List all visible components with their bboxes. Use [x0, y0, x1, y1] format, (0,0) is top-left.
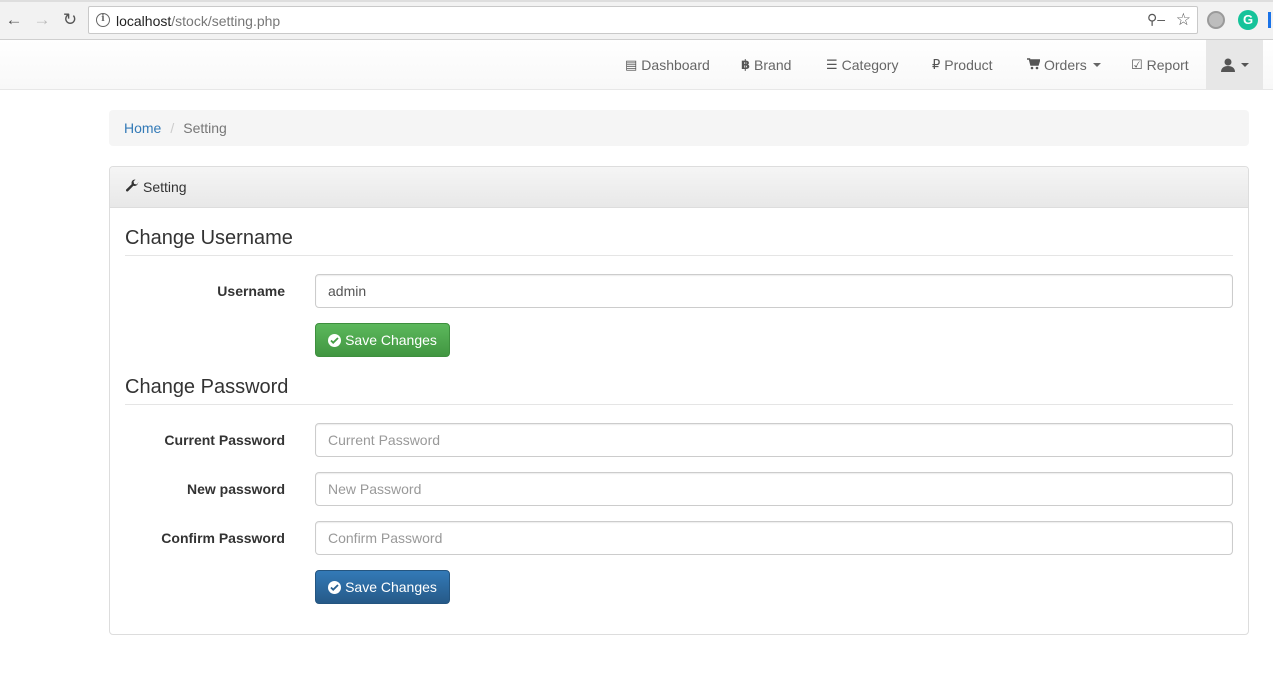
ruble-icon: ₽ — [932, 57, 941, 72]
extension-icon[interactable] — [1207, 11, 1225, 29]
check-circle-icon — [328, 580, 342, 594]
th-list-icon: ☰ — [826, 57, 838, 72]
tab-strip — [0, 0, 1273, 2]
shopping-cart-icon — [1027, 57, 1041, 73]
change-username-title: Change Username — [125, 227, 1233, 256]
back-icon[interactable]: ← — [4, 10, 24, 30]
browser-toolbar: ← → ↻ i localhost/stock/setting.php ⚲– ☆… — [0, 0, 1273, 40]
nav-dashboard-label: Dashboard — [641, 57, 710, 73]
nav-brand[interactable]: ฿ Brand — [741, 40, 791, 90]
breadcrumb: Home / Setting — [109, 110, 1249, 146]
username-label: Username — [217, 283, 285, 299]
new-password-label: New password — [186, 481, 285, 497]
user-menu[interactable] — [1206, 40, 1263, 90]
nav-report-label: Report — [1146, 57, 1189, 73]
confirm-password-input[interactable] — [315, 521, 1233, 555]
current-password-label: Current Password — [164, 432, 285, 448]
site-info-icon[interactable]: i — [96, 13, 110, 27]
bookmark-star-icon[interactable]: ☆ — [1176, 10, 1191, 30]
save-username-button[interactable]: Save Changes — [315, 323, 450, 357]
confirm-password-label: Confirm Password — [161, 530, 285, 546]
panel-title: Setting — [143, 179, 187, 195]
user-icon — [1220, 58, 1235, 72]
list-alt-icon: ▤ — [625, 57, 638, 72]
check-icon: ☑ — [1131, 57, 1143, 72]
change-password-title: Change Password — [125, 376, 1233, 405]
panel-heading: Setting — [110, 167, 1248, 208]
current-password-input[interactable] — [315, 423, 1233, 457]
username-input[interactable] — [315, 274, 1233, 308]
nav-category[interactable]: ☰ Category — [826, 40, 898, 90]
chevron-down-icon — [1240, 63, 1249, 67]
nav-orders[interactable]: Orders — [1027, 40, 1101, 90]
nav-report[interactable]: ☑ Report — [1131, 40, 1189, 90]
wrench-icon — [125, 178, 139, 196]
settings-panel: Setting Change Username Username Save Ch… — [109, 166, 1249, 635]
url-path: /stock/setting.php — [171, 13, 281, 29]
forward-icon[interactable]: → — [32, 10, 52, 30]
app-navbar: ▤ Dashboard ฿ Brand ☰ Category ₽ Product… — [0, 40, 1273, 90]
nav-category-label: Category — [841, 57, 899, 73]
nav-brand-label: Brand — [754, 57, 792, 73]
extension-edge-icon[interactable] — [1268, 12, 1271, 28]
address-bar[interactable]: i localhost/stock/setting.php ⚲– ☆ — [88, 6, 1198, 34]
reload-icon[interactable]: ↻ — [60, 10, 80, 30]
chevron-down-icon — [1092, 63, 1101, 67]
nav-product-label: Product — [944, 57, 993, 73]
save-password-button[interactable]: Save Changes — [315, 570, 450, 604]
key-icon[interactable]: ⚲– — [1147, 11, 1165, 28]
nav-dashboard[interactable]: ▤ Dashboard — [625, 40, 710, 90]
bitcoin-icon: ฿ — [741, 57, 751, 72]
nav-product[interactable]: ₽ Product — [932, 40, 993, 90]
url-host: localhost — [116, 13, 172, 29]
check-circle-icon — [328, 333, 342, 347]
save-password-label: Save Changes — [345, 579, 437, 595]
nav-orders-label: Orders — [1044, 57, 1087, 73]
breadcrumb-separator: / — [170, 120, 175, 136]
breadcrumb-home[interactable]: Home — [124, 120, 161, 136]
breadcrumb-current: Setting — [183, 120, 227, 136]
grammarly-icon[interactable]: G — [1238, 10, 1258, 30]
save-username-label: Save Changes — [345, 332, 437, 348]
new-password-input[interactable] — [315, 472, 1233, 506]
address-url[interactable]: localhost/stock/setting.php — [116, 13, 280, 29]
